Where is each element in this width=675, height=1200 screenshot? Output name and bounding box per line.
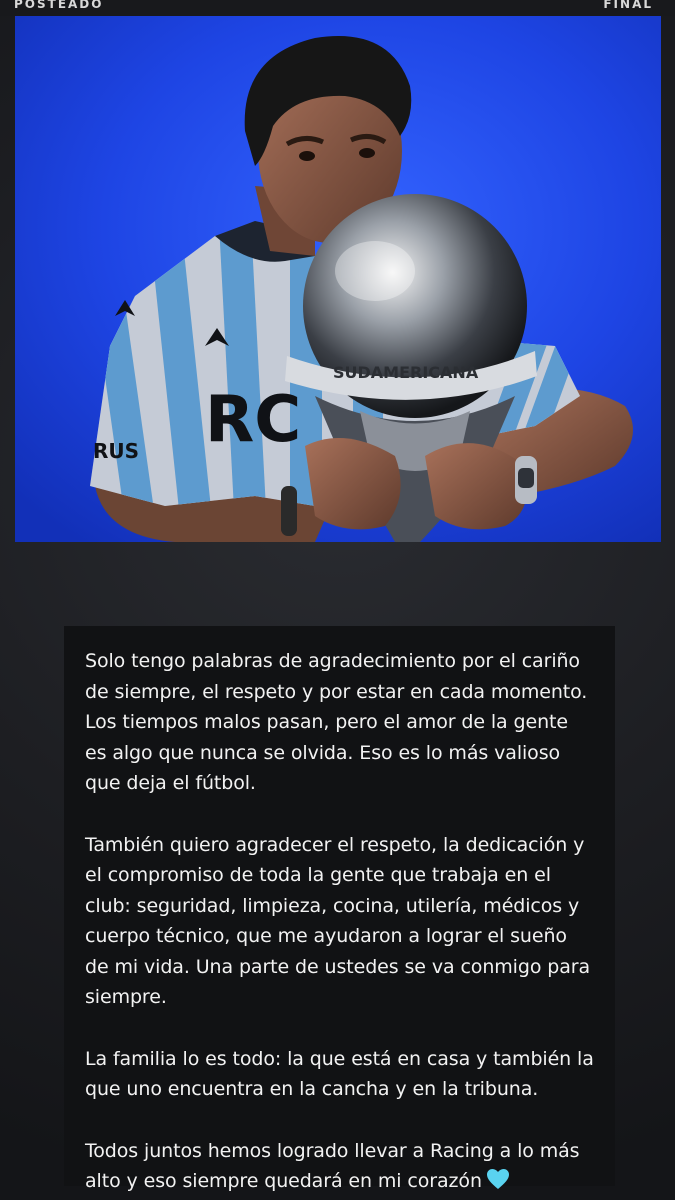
header-right-label: FINAL [603, 0, 653, 11]
coach-trophy-photo: RC RUS SUDAMERICANA [15, 16, 661, 542]
message-paragraph-4: Todos juntos hemos logrado llevar a Raci… [85, 1136, 595, 1200]
message-paragraph-2: También quiero agradecer el respeto, la … [85, 833, 591, 1009]
story-top-bar: POSTEADO FINAL [0, 0, 675, 16]
sleeve-sponsor-text: RUS [93, 439, 139, 463]
message-card: Solo tengo palabras de agradecimiento po… [64, 626, 615, 1192]
shirt-sponsor-letters: RC [205, 383, 301, 457]
header-left-label: POSTEADO [14, 0, 104, 11]
message-paragraph-3: La familia lo es todo: la que está en ca… [85, 1047, 594, 1101]
trophy-inscription: SUDAMERICANA [333, 363, 479, 382]
message-paragraph-1: Solo tengo palabras de agradecimiento po… [85, 650, 588, 794]
photo-illustration: RC RUS SUDAMERICANA [15, 16, 661, 542]
light-blue-heart-icon [486, 1168, 510, 1200]
story-screen: POSTEADO FINAL RC RUS SUDAMERICANA Solo … [0, 0, 675, 1200]
